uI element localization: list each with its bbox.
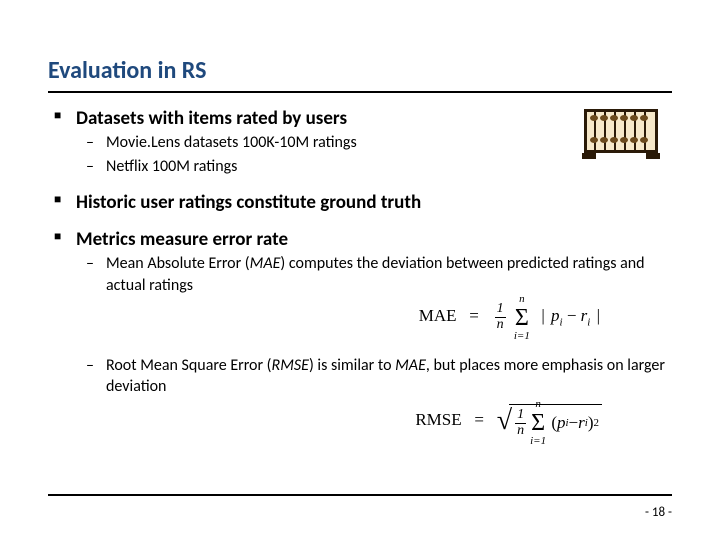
sub-item: Netflix 100M ratings [76, 156, 672, 178]
sub-list: Mean Absolute Error (MAE) computes the d… [76, 253, 672, 438]
page-number: - 18 - [645, 505, 672, 520]
formula-mae: MAE = 1n nΣi=1 | pi − ri | [106, 302, 672, 332]
superscript: 2 [594, 416, 600, 431]
var-p: p [551, 306, 560, 325]
bullet-label: Historic user ratings constitute ground … [76, 191, 421, 214]
lhs: MAE [419, 306, 457, 325]
minus: − [567, 306, 577, 325]
abs-bar: | [539, 306, 546, 325]
text: Mean Absolute Error ( [106, 254, 250, 273]
metric-name: MAE [250, 254, 281, 273]
text: ) is similar to [309, 356, 395, 375]
sqrt-icon: √ 1n nΣi=1 (pi − ri)2 [497, 404, 602, 438]
lhs: RMSE [415, 410, 461, 429]
sigma-icon: nΣi=1 [531, 411, 545, 435]
sub-item-mae: Mean Absolute Error (MAE) computes the d… [76, 253, 672, 333]
eq-sign: = [469, 306, 479, 325]
eq-sign: = [474, 410, 484, 429]
sub-item: Movie.Lens datasets 100K-10M ratings [76, 132, 672, 154]
bullet-ground-truth: Historic user ratings constitute ground … [48, 191, 672, 214]
bullet-metrics: Metrics measure error rate Mean Absolute… [48, 228, 672, 438]
bullet-label: Datasets with items rated by users [76, 107, 347, 130]
bullet-label: Metrics measure error rate [76, 228, 288, 251]
bullet-datasets: Datasets with items rated by users Movie… [48, 107, 672, 177]
denominator: n [495, 317, 506, 333]
limit-bot: i=1 [530, 436, 546, 447]
text: Root Mean Square Error ( [106, 356, 272, 375]
slide: Evaluation in RS Datasets with items rat… [0, 0, 720, 540]
var-p: p [557, 412, 566, 435]
metric-name: RMSE [272, 356, 309, 375]
subscript: i [587, 317, 590, 329]
bullet-list: Datasets with items rated by users Movie… [48, 107, 672, 438]
subscript: i [560, 317, 563, 329]
sigma-icon: nΣi=1 [515, 306, 529, 330]
numerator: 1 [515, 408, 526, 423]
sub-item-rmse: Root Mean Square Error (RMSE) is similar… [76, 355, 672, 439]
limit-bot: i=1 [514, 331, 530, 342]
footer-rule [48, 494, 672, 496]
var-r: r [578, 412, 585, 435]
slide-title: Evaluation in RS [48, 24, 672, 93]
sigma: Σ [515, 305, 529, 331]
sigma: Σ [531, 410, 545, 436]
limit-top: n [519, 294, 525, 305]
denominator: n [515, 423, 526, 439]
metric-name: MAE [395, 356, 426, 375]
minus: − [569, 412, 579, 435]
limit-top: n [535, 399, 541, 410]
numerator: 1 [495, 302, 506, 317]
abs-bar: | [595, 306, 602, 325]
formula-rmse: RMSE = √ 1n nΣi=1 (pi − ri)2 [106, 404, 672, 438]
